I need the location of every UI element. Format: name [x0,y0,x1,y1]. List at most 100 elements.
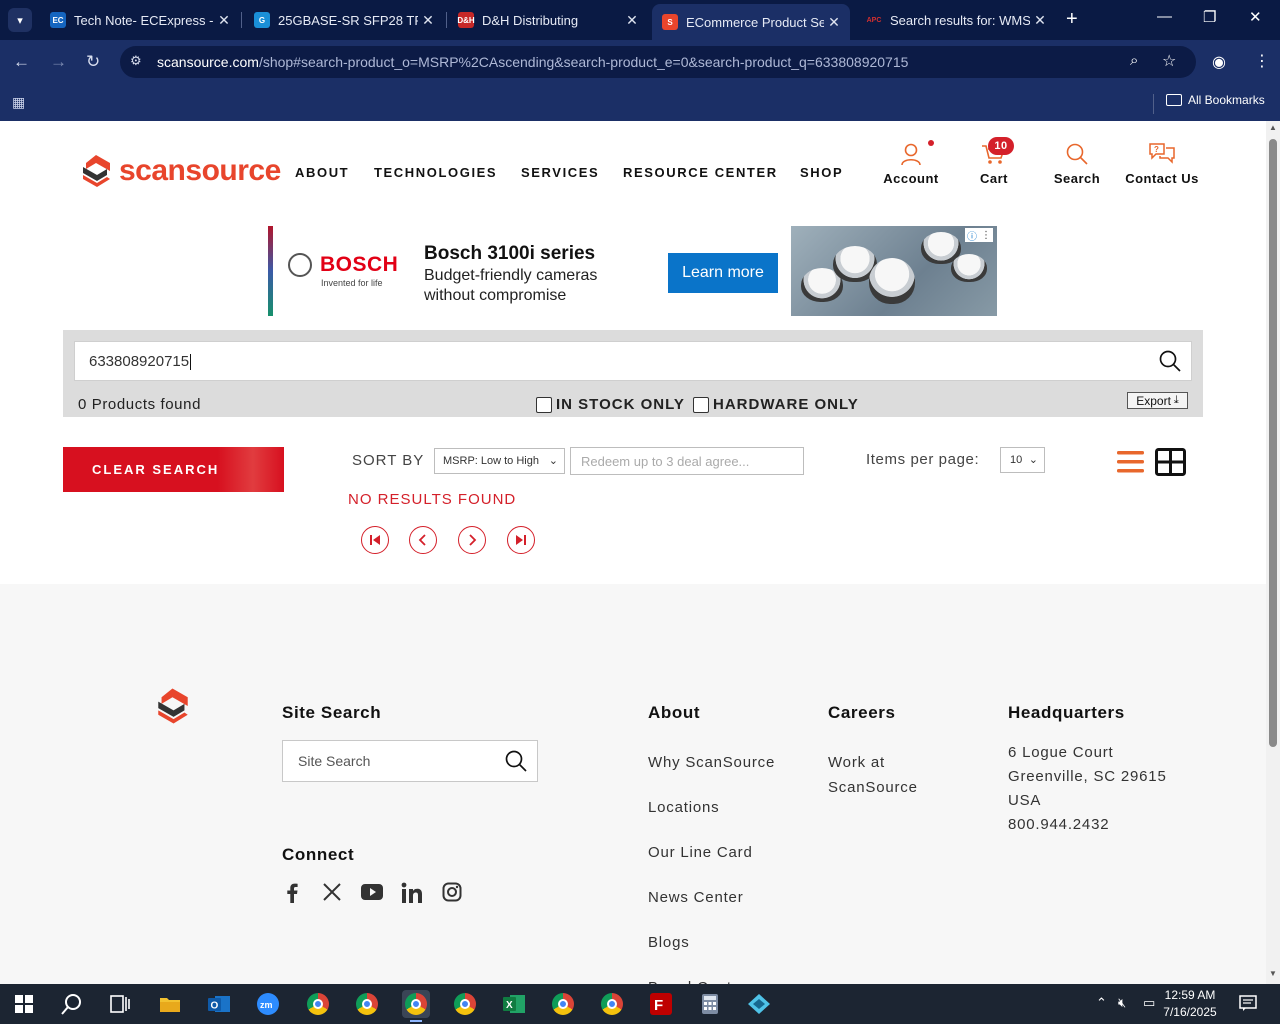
instagram-icon[interactable] [442,882,462,902]
remote-app-icon[interactable] [745,990,773,1018]
nav-services[interactable]: SERVICES [521,165,599,180]
apps-grid-icon[interactable]: ▦ [12,94,25,111]
close-window-icon[interactable]: ✕ [1249,8,1262,26]
x-twitter-icon[interactable] [322,882,342,902]
footer-link-blogs[interactable]: Blogs [648,930,690,955]
footer-link-why-scansource[interactable]: Why ScanSource [648,750,775,775]
deal-agreement-input[interactable]: Redeem up to 3 deal agree... [570,447,804,475]
last-page-button[interactable] [507,526,535,554]
site-settings-icon[interactable]: ⚙ [130,53,142,69]
cart-button[interactable]: 10 Cart [970,137,1018,186]
nav-technologies[interactable]: TECHNOLOGIES [374,165,497,180]
tab-tech-note[interactable]: EC Tech Note- ECExpress - Ti ✕ [40,0,240,40]
browser-menu-icon[interactable]: ⋮ [1254,51,1270,71]
footer-link-brand-center[interactable]: Brand Center [648,975,747,984]
file-explorer-icon[interactable] [156,990,184,1018]
export-button[interactable]: Export ⤓ [1127,392,1188,409]
close-tab-icon[interactable]: ✕ [622,12,642,29]
ad-choices-icon[interactable]: ⓘ ⋮ [965,228,993,243]
page-scrollbar[interactable]: ▲ ▼ [1266,121,1280,984]
hq-phone[interactable]: 800.944.2432 [1008,812,1109,837]
close-tab-icon[interactable]: ✕ [824,14,844,31]
chrome-profile-icon[interactable] [549,990,577,1018]
chrome-profile-icon[interactable] [598,990,626,1018]
footer-link-work-at-scansource[interactable]: Work at ScanSource [828,750,938,800]
bookmark-star-icon[interactable]: ☆ [1162,51,1176,71]
scrollbar-thumb[interactable] [1269,139,1277,747]
nav-shop[interactable]: SHOP [800,165,843,180]
close-tab-icon[interactable]: ✕ [1030,12,1050,29]
footer-link-locations[interactable]: Locations [648,795,719,820]
back-icon[interactable]: ← [13,52,30,72]
close-tab-icon[interactable]: ✕ [418,12,438,29]
clear-search-button[interactable]: CLEAR SEARCH [63,447,284,492]
calculator-icon[interactable] [696,990,724,1018]
tab-search-results-wms[interactable]: APC Search results for: WMS3 ✕ [856,0,1056,40]
windows-start-icon[interactable] [10,990,38,1018]
zoom-app-icon[interactable]: zm [254,990,282,1018]
next-page-button[interactable] [458,526,486,554]
chrome-profile-icon[interactable] [451,990,479,1018]
scansource-logo[interactable]: scansource [80,153,281,189]
forward-icon[interactable]: → [50,52,67,72]
grid-view-icon[interactable] [1155,448,1186,476]
nav-about[interactable]: ABOUT [295,165,349,180]
minimize-icon[interactable]: — [1157,8,1172,25]
search-button[interactable]: Search [1050,137,1104,186]
previous-page-button[interactable] [409,526,437,554]
scansource-mark-icon[interactable] [155,686,191,726]
no-results-message: NO RESULTS FOUND [348,491,517,508]
address-bar[interactable]: ⚙ scansource.com/shop#search-product_o=M… [120,46,1196,78]
contact-us-button[interactable]: ? Contact Us [1122,137,1202,186]
tab-dh-distributing[interactable]: D&H D&H Distributing ✕ [448,0,648,40]
hardware-only-checkbox[interactable]: HARDWARE ONLY [693,396,859,413]
chevron-right-icon [469,534,477,546]
restore-icon[interactable]: ❐ [1203,8,1216,26]
tab-ecommerce-product-search[interactable]: S ECommerce Product Sear ✕ [652,4,850,40]
checkbox-box[interactable] [693,396,709,413]
notifications-icon[interactable] [1239,994,1257,1015]
account-button[interactable]: Account [880,137,942,186]
taskbar-search-icon[interactable] [58,990,86,1018]
show-hidden-icons-chevron-up-icon[interactable]: ⌃ [1096,995,1107,1011]
new-tab-icon[interactable]: + [1066,8,1078,31]
filezilla-icon[interactable]: F [647,990,675,1018]
chrome-profile-icon[interactable] [353,990,381,1018]
search-icon[interactable] [505,750,527,772]
site-search-input[interactable]: Site Search [282,740,538,782]
system-clock[interactable]: 12:59 AM 7/16/2025 [1160,987,1220,1021]
bosch-ad-banner[interactable]: BOSCH Invented for life Bosch 3100i seri… [268,226,997,316]
linkedin-icon[interactable] [401,882,423,904]
all-bookmarks-button[interactable]: All Bookmarks [1166,93,1265,107]
chrome-active-window-icon[interactable] [402,990,430,1022]
sort-select[interactable]: MSRP: Low to High ⌄ [434,448,565,474]
reload-icon[interactable]: ↻ [86,52,100,72]
list-view-icon[interactable] [1117,449,1145,475]
excel-icon[interactable]: X [500,990,528,1018]
first-page-button[interactable] [361,526,389,554]
facebook-icon[interactable] [284,882,300,904]
tab-25gbase[interactable]: G 25GBASE-SR SFP28 TRAN ✕ [244,0,444,40]
volume-muted-icon[interactable]: 🔇︎ [1118,995,1126,1011]
zoom-icon[interactable]: ⌕ [1130,52,1138,69]
search-icon[interactable] [1159,350,1181,372]
checkbox-box[interactable] [536,396,552,413]
chrome-profile-icon[interactable] [304,990,332,1018]
outlook-icon[interactable]: O [205,990,233,1018]
footer-link-line-card[interactable]: Our Line Card [648,840,753,865]
profile-icon[interactable]: ◉ [1212,52,1226,72]
footer-link-news-center[interactable]: News Center [648,885,744,910]
tab-search-dropdown-icon[interactable]: ▾ [8,8,32,32]
scroll-down-arrow-icon[interactable]: ▼ [1269,969,1277,978]
in-stock-only-checkbox[interactable]: IN STOCK ONLY [536,396,685,413]
url-text[interactable]: scansource.com/shop#search-product_o=MSR… [157,54,908,70]
scroll-up-arrow-icon[interactable]: ▲ [1269,123,1277,132]
items-per-page-select[interactable]: 10 ⌄ [1000,447,1045,473]
close-tab-icon[interactable]: ✕ [214,12,234,29]
product-search-input[interactable]: 633808920715 [74,341,1192,381]
youtube-icon[interactable] [361,882,383,902]
nav-resource-center[interactable]: RESOURCE CENTER [623,165,778,180]
learn-more-button[interactable]: Learn more [668,253,778,293]
network-icon[interactable]: ▭ [1143,995,1155,1011]
task-view-icon[interactable] [106,990,134,1018]
